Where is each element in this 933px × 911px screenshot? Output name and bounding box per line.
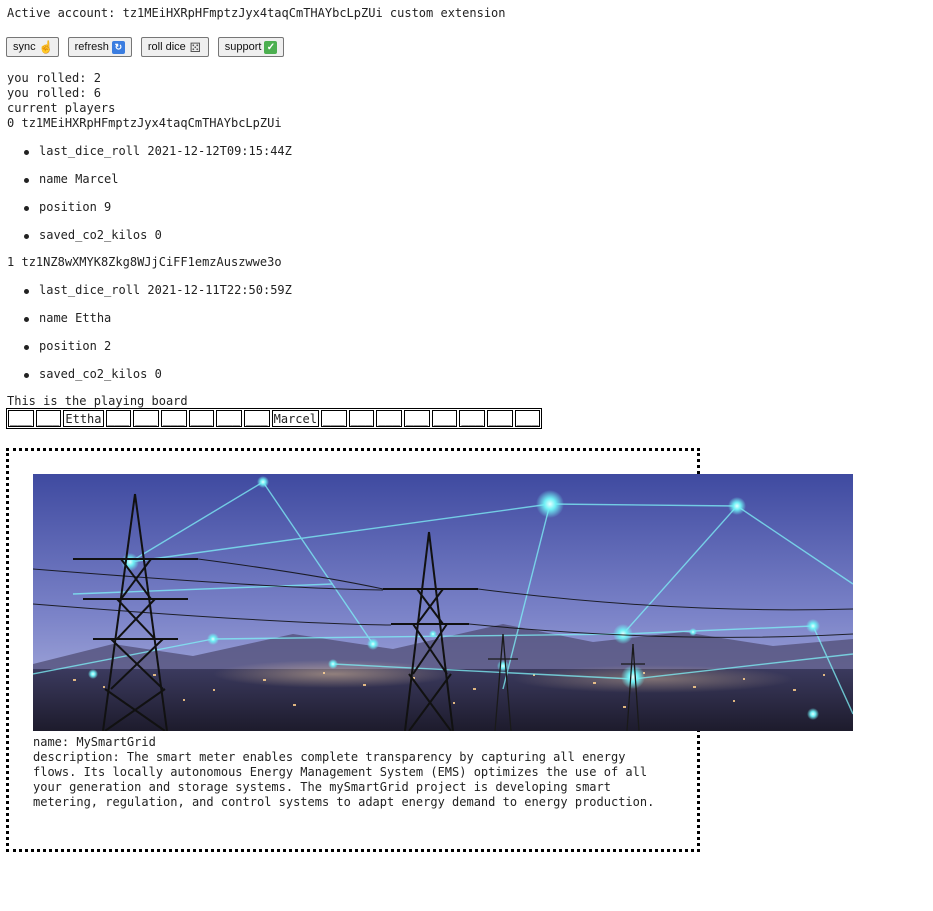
attribute-value: 0 bbox=[154, 367, 162, 381]
card-name-label: name: bbox=[33, 735, 77, 749]
player-index: 1 bbox=[7, 255, 15, 269]
attribute-value: 2 bbox=[104, 339, 112, 353]
board-cell: ___ bbox=[105, 410, 132, 427]
attribute-value: 0 bbox=[154, 228, 162, 242]
dice-icon: ⚄ bbox=[189, 39, 201, 55]
list-item: position 9 bbox=[7, 200, 292, 228]
attribute-value: Marcel bbox=[75, 172, 119, 186]
log-line: you rolled: 6 bbox=[7, 86, 101, 100]
board-cell: Marcel bbox=[271, 410, 319, 427]
roll-dice-button-label: roll dice bbox=[147, 41, 186, 53]
board-cell: ___ bbox=[431, 410, 458, 427]
sync-button-label: sync bbox=[13, 41, 36, 53]
roll-log: you rolled: 2 you rolled: 6 current player… bbox=[7, 71, 115, 116]
board-cell: ___ bbox=[243, 410, 270, 427]
sync-button[interactable]: sync ☝ bbox=[6, 37, 59, 57]
attribute-key: name bbox=[39, 311, 68, 325]
list-item: name Ettha bbox=[7, 311, 292, 339]
card-name-line: name: MySmartGrid bbox=[33, 735, 673, 750]
card-details: name: MySmartGrid description: The smart … bbox=[33, 735, 673, 810]
board-cell: ___ bbox=[133, 410, 159, 427]
log-line: you rolled: 2 bbox=[7, 71, 101, 85]
list-item: position 2 bbox=[7, 339, 292, 367]
support-button[interactable]: support ✓ bbox=[217, 37, 285, 57]
refresh-button-label: refresh bbox=[74, 41, 109, 53]
board-cell: ___ bbox=[376, 410, 403, 427]
attribute-key: last_dice_roll bbox=[39, 144, 141, 158]
attribute-key: position bbox=[39, 200, 97, 214]
refresh-icon: ↻ bbox=[111, 40, 125, 54]
refresh-button[interactable]: refresh ↻ bbox=[67, 37, 132, 57]
support-button-label: support bbox=[224, 41, 262, 53]
board-cell: ___ bbox=[320, 410, 347, 427]
log-line: current players bbox=[7, 101, 116, 115]
card-description-line: description: The smart meter enables com… bbox=[33, 750, 673, 810]
account-id: tz1MEiHXRpHFmptzJyx4taqCmTHAYbcLpZUi bbox=[122, 6, 383, 20]
board-cell: ___ bbox=[348, 410, 375, 427]
attribute-value: Ettha bbox=[75, 311, 112, 325]
player-0-header: 0 tz1MEiHXRpHFmptzJyx4taqCmTHAYbcLpZUi bbox=[7, 116, 282, 131]
list-item: last_dice_roll 2021-12-11T22:50:59Z bbox=[7, 283, 292, 311]
player-1-header: 1 tz1NZ8wXMYK8Zkg8WJjCiFF1emzAuszwwe3o bbox=[7, 255, 282, 270]
smart-grid-power-lines-image bbox=[33, 474, 853, 731]
active-account-label: Active account: bbox=[7, 6, 123, 20]
board-cell: ___ bbox=[514, 410, 541, 427]
attribute-value: 9 bbox=[104, 200, 112, 214]
attribute-key: position bbox=[39, 339, 97, 353]
attribute-value: 2021-12-11T22:50:59Z bbox=[147, 283, 292, 297]
board-label: This is the playing board bbox=[7, 394, 188, 408]
player-1-attributes: last_dice_roll 2021-12-11T22:50:59Z name… bbox=[7, 283, 292, 395]
active-account-line: Active account: tz1MEiHXRpHFmptzJyx4taqC… bbox=[7, 6, 506, 21]
board-cell: ___ bbox=[8, 410, 34, 427]
player-address: tz1NZ8wXMYK8Zkg8WJjCiFF1emzAuszwwe3o bbox=[21, 255, 282, 269]
attribute-value: 2021-12-12T09:15:44Z bbox=[147, 144, 292, 158]
card-name: MySmartGrid bbox=[76, 735, 156, 749]
player-address: tz1MEiHXRpHFmptzJyx4taqCmTHAYbcLpZUi bbox=[21, 116, 282, 130]
board-cell: ___ bbox=[404, 410, 430, 427]
attribute-key: name bbox=[39, 172, 68, 186]
board-cell: ___ bbox=[160, 410, 187, 427]
roll-dice-button[interactable]: roll dice ⚄ bbox=[140, 37, 209, 57]
list-item: last_dice_roll 2021-12-12T09:15:44Z bbox=[7, 144, 292, 172]
board-cell: ___ bbox=[459, 410, 486, 427]
board-cell: Ettha bbox=[63, 410, 104, 427]
playing-board: ___ ___ Ettha ___ ___ ___ ___ ___ ___ Ma… bbox=[6, 408, 543, 429]
board-cell: ___ bbox=[188, 410, 215, 427]
attribute-key: last_dice_roll bbox=[39, 283, 141, 297]
board-cell: ___ bbox=[216, 410, 242, 427]
list-item: saved_co2_kilos 0 bbox=[7, 367, 292, 395]
field-card: name: MySmartGrid description: The smart … bbox=[6, 448, 853, 852]
list-item: name Marcel bbox=[7, 172, 292, 200]
card-description-label: description: bbox=[33, 750, 127, 764]
attribute-key: saved_co2_kilos bbox=[39, 228, 148, 242]
card-description: The smart meter enables complete transpa… bbox=[33, 750, 655, 809]
action-button-row: sync ☝ refresh ↻ roll dice ⚄ support ✓ bbox=[6, 37, 285, 57]
list-item: saved_co2_kilos 0 bbox=[7, 228, 292, 256]
board-cell: ___ bbox=[487, 410, 513, 427]
account-suffix: custom extension bbox=[382, 6, 506, 20]
attribute-key: saved_co2_kilos bbox=[39, 367, 148, 381]
player-index: 0 bbox=[7, 116, 15, 130]
pointing-hand-icon: ☝ bbox=[38, 39, 54, 54]
player-0-attributes: last_dice_roll 2021-12-12T09:15:44Z name… bbox=[7, 144, 292, 256]
check-mark-icon: ✓ bbox=[264, 40, 278, 54]
board-cell: ___ bbox=[35, 410, 62, 427]
